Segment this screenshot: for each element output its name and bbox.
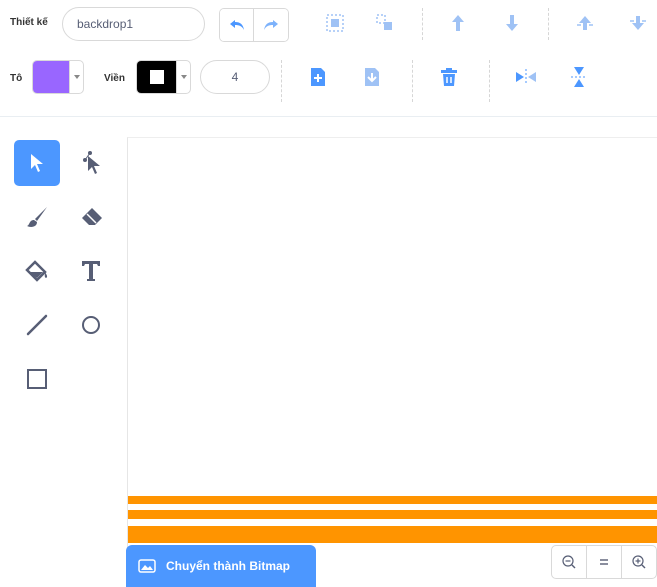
delete-button[interactable] [434,62,464,92]
paint-bucket-icon [25,260,48,282]
image-icon [138,559,156,573]
front-button[interactable] [570,8,600,38]
group-button[interactable] [320,8,350,38]
canvas-stripe [128,526,657,543]
chevron-down-icon [176,61,190,93]
tool-select[interactable] [14,140,60,186]
tool-eraser[interactable] [68,194,114,240]
circle-icon [82,316,100,334]
canvas-stripe [128,510,657,519]
paste-icon [365,68,379,86]
tool-line[interactable] [14,302,60,348]
ungroup-button[interactable] [370,8,400,38]
flip-horizontal-button[interactable] [511,62,541,92]
flip-horizontal-icon [516,69,536,85]
copy-icon [311,68,325,86]
backward-button[interactable] [497,8,527,38]
redo-button[interactable] [254,9,288,41]
backward-icon [506,15,518,31]
back-button[interactable] [623,8,653,38]
zoom-out-button[interactable] [552,546,587,578]
zoom-controls [551,545,657,579]
separator [422,8,423,40]
outline-color-picker[interactable] [136,60,191,94]
equals-icon [600,559,608,565]
costume-label: Thiết kế [10,17,48,28]
back-icon [630,16,646,30]
paste-button[interactable] [357,62,387,92]
undo-redo-group [219,8,289,42]
chevron-down-icon [69,61,83,93]
convert-to-bitmap-label: Chuyển thành Bitmap [166,559,291,573]
fill-color-picker[interactable] [32,60,84,94]
ungroup-icon [376,14,392,30]
undo-button[interactable] [220,9,254,41]
outline-width-value: 4 [231,70,239,84]
tool-fill[interactable] [14,248,60,294]
flip-vertical-button[interactable] [564,62,594,92]
outline-label: Viền [104,73,125,84]
separator [412,60,413,102]
rectangle-icon [27,369,47,389]
separator [281,60,282,102]
toolbar-divider [0,116,657,117]
forward-icon [452,15,464,31]
forward-button[interactable] [443,8,473,38]
tool-brush[interactable] [14,194,60,240]
zoom-in-button[interactable] [622,546,656,578]
arrow-pointer-icon [31,154,43,172]
brush-icon [27,207,47,227]
trash-icon [441,68,457,86]
fill-label: Tô [10,73,23,84]
zoom-out-icon [562,555,576,569]
eraser-icon [82,208,102,225]
convert-to-bitmap-button[interactable]: Chuyển thành Bitmap [126,545,316,587]
tool-rectangle[interactable] [14,356,60,402]
tool-circle[interactable] [68,302,114,348]
costume-name-value: backdrop1 [77,17,134,31]
zoom-in-icon [632,555,646,569]
copy-button[interactable] [303,62,333,92]
outline-width-input[interactable]: 4 [200,60,270,94]
canvas-stripe [128,496,657,504]
undo-icon [229,20,244,30]
flip-vertical-icon [571,67,587,87]
front-icon [577,16,593,30]
tool-text[interactable] [68,248,114,294]
tool-reshape[interactable] [68,140,114,186]
outline-swatch [137,61,176,93]
zoom-reset-button[interactable] [587,546,622,578]
text-icon [82,261,100,281]
group-icon [326,14,344,32]
fill-swatch [33,61,69,93]
costume-name-input[interactable]: backdrop1 [62,7,205,41]
redo-icon [264,20,278,30]
separator [548,8,549,40]
line-icon [26,314,48,336]
separator [489,60,490,102]
reshape-icon [83,151,100,174]
